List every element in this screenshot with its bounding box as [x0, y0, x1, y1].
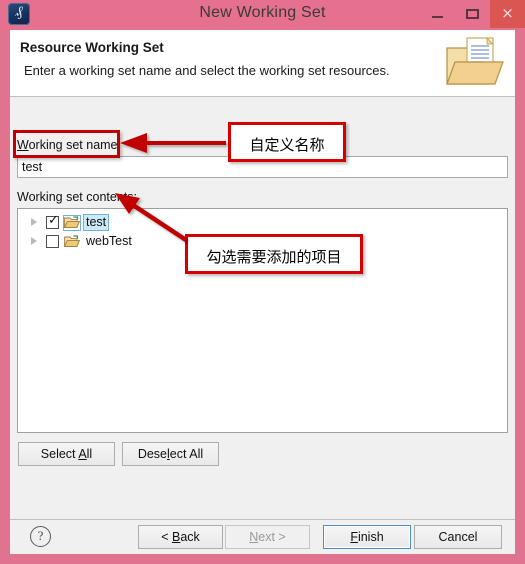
folder-document-icon [446, 36, 504, 85]
minimize-button[interactable] [420, 0, 455, 28]
finish-button[interactable]: Finish [323, 525, 411, 549]
dialog-footer: ? < Back Next > Finish Cancel [10, 519, 515, 554]
select-all-mnemonic: A [78, 447, 87, 461]
tree-item-checkbox[interactable]: ✓ [46, 213, 59, 229]
open-folder-icon [64, 235, 80, 248]
back-post: ack [180, 530, 200, 544]
cancel-button[interactable]: Cancel [414, 525, 502, 549]
back-button[interactable]: < Back [138, 525, 223, 549]
next-button[interactable]: Next > [225, 525, 310, 549]
dialog-window: ₰ New Working Set × Resource Working Set… [0, 0, 525, 564]
tree-item-test[interactable]: ✓ test [18, 213, 507, 232]
select-all-button[interactable]: Select All [18, 442, 115, 466]
finish-post: inish [357, 530, 384, 544]
maximize-icon [466, 9, 479, 19]
annotation-callout-name: 自定义名称 [228, 122, 346, 162]
tree-item-checkbox[interactable] [46, 235, 59, 248]
title-bar: ₰ New Working Set × [0, 0, 525, 30]
wizard-header: Resource Working Set Enter a working set… [10, 30, 515, 97]
dialog-client-area: Resource Working Set Enter a working set… [10, 30, 515, 554]
next-post: ext > [258, 530, 286, 544]
minimize-icon [432, 16, 443, 18]
page-title: Resource Working Set [20, 40, 164, 55]
deselect-all-post: ect All [169, 447, 204, 461]
chevron-right-icon[interactable] [31, 218, 37, 226]
check-icon: ✓ [48, 213, 59, 228]
tree-item-label: test [83, 214, 110, 231]
close-icon: × [501, 4, 514, 22]
chevron-right-icon[interactable] [31, 237, 37, 245]
finish-mnemonic: F [350, 530, 358, 544]
annotation-highlight-name-field [13, 130, 120, 158]
maximize-button[interactable] [455, 0, 490, 28]
working-set-contents-label: Working set contents: [17, 190, 137, 204]
annotation-callout-items: 勾选需要添加的项目 [185, 234, 363, 274]
back-pre: < [161, 530, 172, 544]
open-folder-icon [63, 215, 81, 231]
select-all-post: ll [86, 447, 93, 461]
deselect-all-pre: Dese [137, 447, 168, 461]
page-description: Enter a working set name and select the … [24, 63, 390, 78]
help-icon[interactable]: ? [30, 526, 51, 547]
select-all-pre: Select [40, 447, 79, 461]
deselect-all-button[interactable]: Deselect All [122, 442, 219, 466]
next-mnemonic: N [249, 530, 259, 544]
close-button[interactable]: × [490, 0, 525, 28]
tree-item-label: webTest [86, 234, 132, 248]
